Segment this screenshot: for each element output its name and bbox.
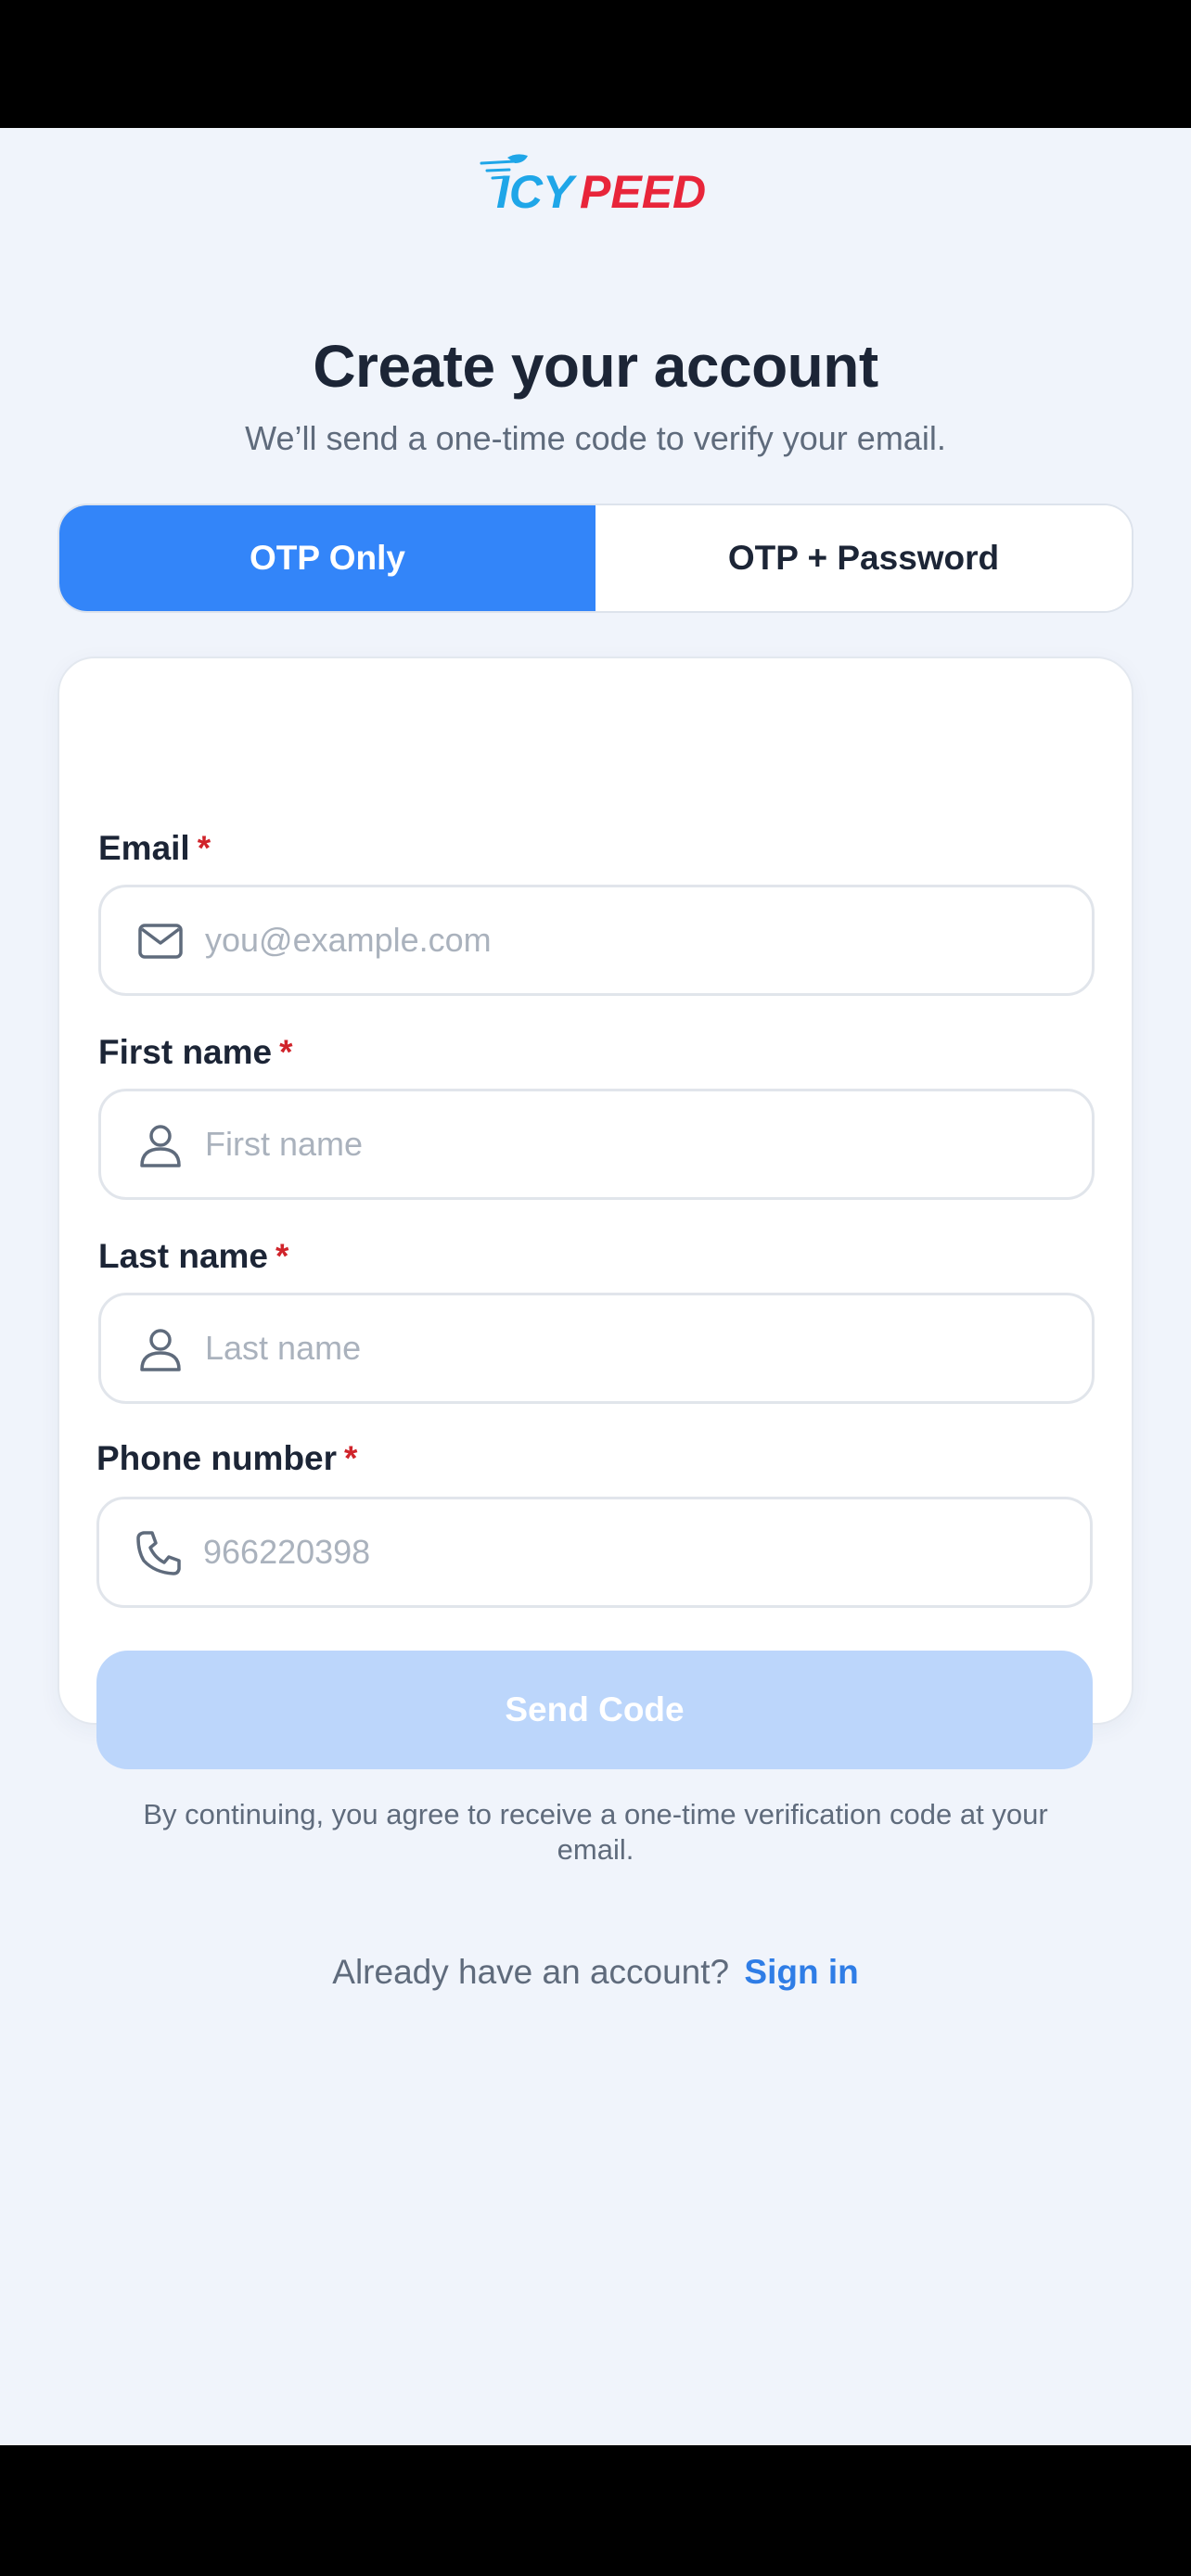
required-asterisk: *: [344, 1439, 358, 1477]
required-asterisk: *: [275, 1237, 289, 1275]
phone-label-text: Phone number: [96, 1439, 338, 1477]
signin-row: Already have an account? Sign in: [0, 1953, 1191, 1992]
last-name-label: Last name *: [98, 1237, 288, 1276]
first-name-label: First name *: [98, 1033, 293, 1072]
phone-input[interactable]: [203, 1499, 1075, 1605]
email-field: [98, 885, 1095, 996]
page-subtitle: We’ll send a one-time code to verify you…: [245, 419, 946, 457]
phone-icon: [134, 1529, 183, 1577]
required-asterisk: *: [279, 1033, 293, 1071]
last-name-label-text: Last name: [98, 1237, 269, 1275]
status-bar-area: [0, 0, 1191, 128]
tab-otp-password[interactable]: OTP + Password: [596, 505, 1132, 611]
consent-text: By continuing, you agree to receive a on…: [143, 1798, 1048, 1866]
email-label-text: Email: [98, 829, 190, 867]
send-code-button[interactable]: Send Code: [96, 1651, 1093, 1769]
logo-mark: ICY PEED: [480, 154, 706, 218]
first-name-label-text: First name: [98, 1033, 273, 1071]
signin-prompt: Already have an account?: [332, 1953, 730, 1991]
phone-label: Phone number *: [96, 1439, 357, 1478]
last-name-field: [98, 1293, 1095, 1404]
first-name-field: [98, 1089, 1095, 1200]
page-title: Create your account: [313, 333, 878, 400]
mail-icon: [136, 917, 185, 965]
email-label: Email *: [98, 829, 211, 868]
auth-mode-toggle: OTP Only OTP + Password: [58, 504, 1133, 613]
logo-text-red: PEED: [580, 166, 706, 218]
user-icon: [136, 1325, 185, 1373]
phone-field: [96, 1497, 1093, 1608]
logo-text-blue: ICY: [496, 166, 578, 218]
user-icon: [136, 1121, 185, 1169]
first-name-input[interactable]: [205, 1091, 1077, 1197]
tab-otp-only[interactable]: OTP Only: [59, 505, 596, 611]
last-name-input[interactable]: [205, 1295, 1077, 1401]
required-asterisk: *: [197, 829, 211, 867]
icypeed-logo: ICY PEED: [478, 147, 719, 221]
home-indicator-area: [0, 2445, 1191, 2576]
email-input[interactable]: [205, 887, 1077, 993]
signin-link[interactable]: Sign in: [744, 1953, 858, 1991]
